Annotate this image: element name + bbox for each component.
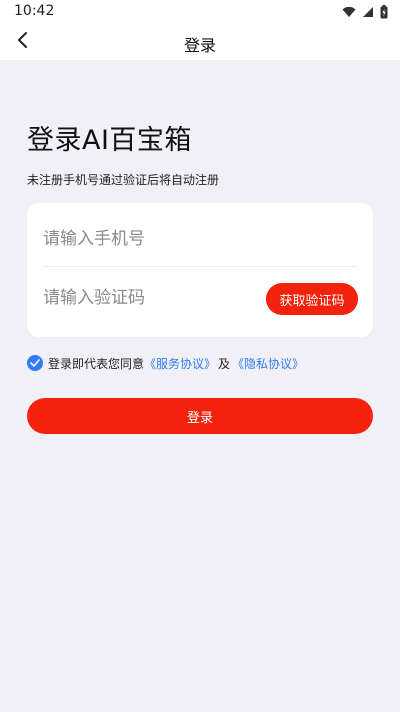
status-time: 10:42: [14, 3, 55, 19]
verification-code-input[interactable]: [43, 286, 253, 310]
login-button[interactable]: 登录: [27, 398, 373, 434]
signal-icon: [362, 6, 374, 18]
status-icons: [342, 5, 388, 19]
phone-input[interactable]: [43, 227, 353, 251]
get-code-button[interactable]: 获取验证码: [266, 283, 358, 315]
agreement-checkbox[interactable]: [27, 355, 43, 371]
agreement-row: 登录即代表您同意 《服务协议》 及 《隐私协议》: [27, 354, 304, 372]
app-bar: 登录: [0, 24, 400, 60]
status-bar: 10:42: [0, 0, 400, 24]
form-divider: [43, 266, 357, 267]
login-headline: 登录AI百宝箱: [27, 125, 192, 156]
wifi-icon: [342, 6, 356, 18]
checkmark-icon: [30, 359, 40, 367]
page-title: 登录: [183, 36, 216, 55]
login-subtitle: 未注册手机号通过验证后将自动注册: [27, 173, 220, 187]
agreement-text: 登录即代表您同意: [48, 356, 145, 371]
agreement-conjunction: 及: [218, 356, 231, 371]
service-agreement-link[interactable]: 《服务协议》: [144, 355, 216, 372]
login-form-card: 获取验证码: [27, 203, 373, 337]
privacy-agreement-link[interactable]: 《隐私协议》: [232, 355, 304, 372]
battery-icon: [380, 5, 388, 19]
